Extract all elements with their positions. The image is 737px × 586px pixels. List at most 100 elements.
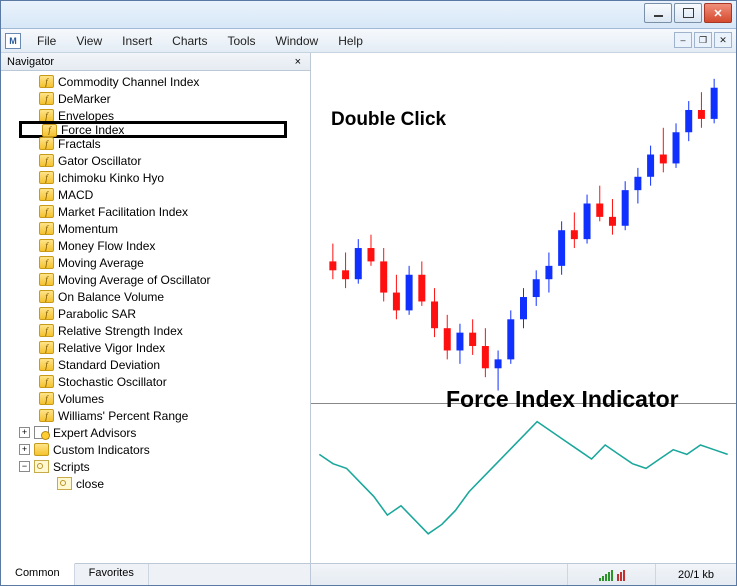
tree-item-label: MACD bbox=[58, 188, 93, 202]
tree-item-label: Gator Oscillator bbox=[58, 154, 141, 168]
window-titlebar[interactable] bbox=[1, 1, 736, 29]
tree-item-label: Moving Average of Oscillator bbox=[58, 273, 211, 287]
indicator-market-facilitation-index[interactable]: f Market Facilitation Index bbox=[1, 203, 310, 220]
navigator-titlebar: Navigator × bbox=[1, 53, 310, 71]
indicator-commodity-channel-index[interactable]: f Commodity Channel Index bbox=[1, 73, 310, 90]
tree-item-label: Momentum bbox=[58, 222, 118, 236]
sc-icon-icon bbox=[34, 460, 49, 473]
tree-item-label: Ichimoku Kinko Hyo bbox=[58, 171, 164, 185]
mdi-restore-button[interactable]: ❐ bbox=[694, 32, 712, 48]
indicator-fractals[interactable]: f Fractals bbox=[1, 135, 310, 152]
tree-item-label: Commodity Channel Index bbox=[58, 75, 199, 89]
tree-item-label: Money Flow Index bbox=[58, 239, 155, 253]
indicator-icon: f bbox=[39, 290, 54, 303]
script-icon bbox=[57, 477, 72, 490]
tree-item-label: Market Facilitation Index bbox=[58, 205, 188, 219]
menu-charts[interactable]: Charts bbox=[162, 31, 217, 51]
menu-insert[interactable]: Insert bbox=[112, 31, 162, 51]
indicator-icon: f bbox=[39, 375, 54, 388]
indicator-demarker[interactable]: f DeMarker bbox=[1, 90, 310, 107]
indicator-parabolic-sar[interactable]: fParabolic SAR bbox=[1, 305, 310, 322]
indicator-icon: f bbox=[39, 239, 54, 252]
tree-item-label: Expert Advisors bbox=[53, 426, 136, 440]
tree-item-label: Williams' Percent Range bbox=[58, 409, 188, 423]
tree-item-label: On Balance Volume bbox=[58, 290, 164, 304]
status-bar: 20/1 kb bbox=[311, 563, 736, 585]
indicator-icon: f bbox=[39, 205, 54, 218]
indicator-relative-strength-index[interactable]: f Relative Strength Index bbox=[1, 322, 310, 339]
candlestick-chart[interactable] bbox=[311, 53, 736, 403]
navigator-panel: Navigator × f Commodity Channel Index f DeM… bbox=[1, 53, 311, 585]
indicator-icon: f bbox=[39, 341, 54, 354]
ea-icon-icon bbox=[34, 426, 49, 439]
navigator-tabs: Common Favorites bbox=[1, 563, 310, 585]
tree-item-label: DeMarker bbox=[58, 92, 111, 106]
application-window: M FileViewInsertChartsToolsWindowHelp ‒ … bbox=[0, 0, 737, 586]
indicator-icon: f bbox=[39, 324, 54, 337]
indicator-icon: f bbox=[39, 409, 54, 422]
indicator-ichimoku-kinko-hyo[interactable]: fIchimoku Kinko Hyo bbox=[1, 169, 310, 186]
tree-item-label: Volumes bbox=[58, 392, 104, 406]
tab-favorites[interactable]: Favorites bbox=[75, 564, 149, 585]
indicator-moving-average[interactable]: f Moving Average bbox=[1, 254, 310, 271]
indicator-icon: f bbox=[39, 256, 54, 269]
tree-item-label: Stochastic Oscillator bbox=[58, 375, 167, 389]
window-close-button[interactable] bbox=[704, 3, 732, 23]
tree-item-label: Relative Strength Index bbox=[58, 324, 183, 338]
category-custom-indicators[interactable]: + Custom Indicators bbox=[1, 441, 310, 458]
indicator-money-flow-index[interactable]: f Money Flow Index bbox=[1, 237, 310, 254]
app-icon: M bbox=[5, 33, 21, 49]
tree-item-label: close bbox=[76, 477, 104, 491]
indicator-momentum[interactable]: f Momentum bbox=[1, 220, 310, 237]
indicator-icon: f bbox=[39, 392, 54, 405]
indicator-macd[interactable]: fMACD bbox=[1, 186, 310, 203]
tree-item-label: Moving Average bbox=[58, 256, 144, 270]
indicator-moving-average-of-oscillator[interactable]: f Moving Average of Oscillator bbox=[1, 271, 310, 288]
indicator-on-balance-volume[interactable]: f On Balance Volume bbox=[1, 288, 310, 305]
navigator-title: Navigator bbox=[7, 56, 54, 68]
indicator-williams-percent-range[interactable]: f Williams' Percent Range bbox=[1, 407, 310, 424]
menu-bar: M FileViewInsertChartsToolsWindowHelp ‒ … bbox=[1, 29, 736, 53]
navigator-close-button[interactable]: × bbox=[292, 56, 304, 68]
mdi-minimize-button[interactable]: ‒ bbox=[674, 32, 692, 48]
indicator-icon: f bbox=[39, 273, 54, 286]
menu-tools[interactable]: Tools bbox=[218, 31, 266, 51]
indicator-standard-deviation[interactable]: f Standard Deviation bbox=[1, 356, 310, 373]
tab-common[interactable]: Common bbox=[1, 563, 75, 585]
indicator-icon: f bbox=[39, 75, 54, 88]
indicator-volumes[interactable]: f Volumes bbox=[1, 390, 310, 407]
menu-window[interactable]: Window bbox=[266, 31, 329, 51]
indicator-icon: f bbox=[39, 358, 54, 371]
menu-view[interactable]: View bbox=[66, 31, 112, 51]
navigator-tree[interactable]: fCommodity Channel IndexfDeMarkerfEnvelo… bbox=[1, 71, 310, 563]
script-close[interactable]: close bbox=[1, 475, 310, 492]
mdi-close-button[interactable]: ✕ bbox=[714, 32, 732, 48]
tree-item-label: Fractals bbox=[58, 137, 101, 151]
indicator-gator-oscillator[interactable]: f Gator Oscillator bbox=[1, 152, 310, 169]
force-index-subchart[interactable] bbox=[311, 403, 736, 549]
tree-item-label: Custom Indicators bbox=[53, 443, 150, 457]
tree-item-label: Scripts bbox=[53, 460, 90, 474]
ci-icon-icon bbox=[34, 443, 49, 456]
traffic-counter: 20/1 kb bbox=[656, 564, 736, 585]
connection-indicator[interactable] bbox=[568, 564, 656, 585]
tree-item-label: Standard Deviation bbox=[58, 358, 160, 372]
window-minimize-button[interactable] bbox=[644, 3, 672, 23]
tree-expander[interactable]: − bbox=[19, 461, 30, 472]
menu-file[interactable]: File bbox=[27, 31, 66, 51]
indicator-icon: f bbox=[39, 137, 54, 150]
category-scripts[interactable]: − Scripts bbox=[1, 458, 310, 475]
menu-help[interactable]: Help bbox=[328, 31, 373, 51]
tree-item-label: Parabolic SAR bbox=[58, 307, 136, 321]
indicator-icon: f bbox=[39, 92, 54, 105]
tree-item-label: Relative Vigor Index bbox=[58, 341, 165, 355]
indicator-icon: f bbox=[39, 222, 54, 235]
window-maximize-button[interactable] bbox=[674, 3, 702, 23]
tree-expander[interactable]: + bbox=[19, 427, 30, 438]
category-expert-advisors[interactable]: + Expert Advisors bbox=[1, 424, 310, 441]
indicator-stochastic-oscillator[interactable]: f Stochastic Oscillator bbox=[1, 373, 310, 390]
tree-expander[interactable]: + bbox=[19, 444, 30, 455]
indicator-icon: f bbox=[39, 154, 54, 167]
chart-area[interactable]: 20/1 kb bbox=[311, 53, 736, 585]
indicator-relative-vigor-index[interactable]: f Relative Vigor Index bbox=[1, 339, 310, 356]
